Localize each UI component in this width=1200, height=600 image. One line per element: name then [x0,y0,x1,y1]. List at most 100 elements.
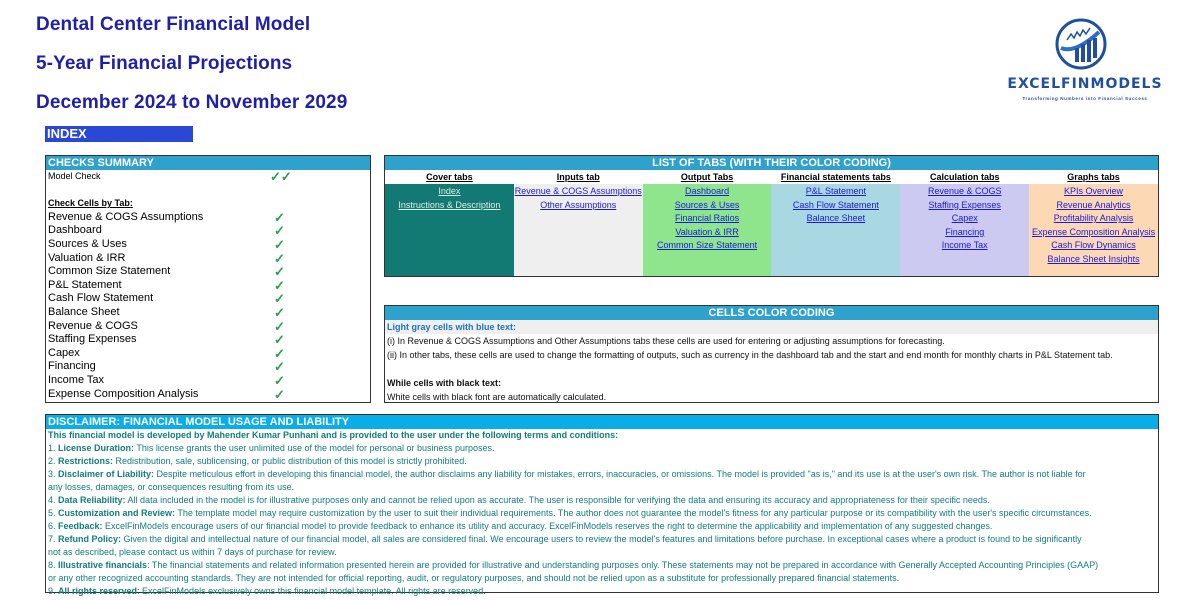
check-mark-icon: ✓ [274,223,285,239]
check-item-label: Sources & Uses [48,237,127,250]
date-range-subtitle: December 2024 to November 2029 [36,92,348,113]
check-mark-icon: ✓ [274,332,285,348]
tab-link[interactable]: Instructions & Description [385,199,514,213]
check-item-label: Cash Flow Statement [48,292,154,305]
term-number: 3. [48,469,59,479]
check-item-label: P&L Statement [48,278,122,291]
check-item-row: Common Size Statement ✓ [46,265,370,279]
check-mark-icon: ✓ [274,386,285,402]
check-item-row: Financing ✓ [46,360,370,374]
term-number: 2. [48,456,59,466]
tab-link[interactable]: Staffing Expenses [900,199,1029,213]
disclaimer-term: 5. Customization and Review: The templat… [46,507,1158,520]
check-mark-icon: ✓ [274,291,285,307]
check-mark-icon: ✓ [274,372,285,388]
tab-link[interactable]: Revenue & COGS [900,185,1029,199]
term-text: ExcelFinModels encourage users of our fi… [102,521,993,531]
graphs-tabs-links: KPIs Overview Revenue Analytics Profitabil… [1029,184,1158,276]
disclaimer-panel: DISCLAIMER: FINANCIAL MODEL USAGE AND LI… [45,414,1159,596]
tab-link[interactable]: Capex [900,212,1029,226]
checks-summary-header: CHECKS SUMMARY [46,156,370,170]
cover-tabs-heading: Cover tabs [385,170,514,184]
gray-cells-desc-2: (ii) In other tabs, these cells are used… [387,350,1113,360]
check-item-label: Income Tax [48,373,105,386]
term-number: 4. [48,495,59,505]
tab-link[interactable]: KPIs Overview [1029,185,1158,199]
check-item-row: P&L Statement ✓ [46,279,370,293]
check-mark-icon: ✓ [274,264,285,280]
term-text: The template model may require customiza… [175,508,1092,518]
term-number: 8. [48,560,59,570]
logo-name: EXCELFINMODELS [1007,76,1163,92]
disclaimer-term: not as described, please contact us with… [46,546,1158,559]
tab-link[interactable]: Common Size Statement [643,239,772,253]
check-item-row: Sources & Uses ✓ [46,238,370,252]
inputs-tabs-column: Inputs tab Revenue & COGS Assumptions Othe… [513,170,643,276]
tab-link[interactable]: Sources & Uses [643,199,772,213]
tab-link[interactable]: Cash Flow Dynamics [1029,239,1158,253]
financial-statements-tabs-heading: Financial statements tabs [771,170,901,184]
tab-link[interactable]: Balance Sheet Insights [1029,253,1158,267]
check-by-tab-row: Check Cells by Tab: [46,197,370,211]
term-text: Given the digital and intellectual natur… [121,534,1082,544]
check-mark-icon: ✓ [274,209,285,225]
term-title: Disclaimer of Liability: [58,469,155,479]
term-text: Redistribution, sale, sublicensing, or p… [113,456,467,466]
disclaimer-term: any losses, damages, or consequences res… [46,481,1158,494]
term-number: 1. [48,443,59,453]
term-text: This license grants the user unlimited u… [134,443,495,453]
tab-link[interactable]: Financing [900,226,1029,240]
check-item-label: Staffing Expenses [48,333,137,346]
financial-statements-tabs-column: Financial statements tabs P&L Statement Ca… [771,170,901,276]
check-item-row: Expense Composition Analysis ✓ [46,386,370,402]
check-item-row: Income Tax ✓ [46,374,370,388]
model-check-label: Model Check [48,171,101,181]
tab-link[interactable]: P&L Statement [771,185,900,199]
check-mark-icon: ✓ [274,250,285,266]
term-number: 6. [48,521,59,531]
white-cells-title: While cells with black text: [387,378,502,388]
term-text: any losses, damages, or consequences res… [48,482,295,492]
logo-tagline: Transforming Numbers into Financial Succ… [1022,96,1148,101]
spacer-row [46,184,370,198]
tab-link[interactable]: Profitability Analysis [1029,212,1158,226]
term-number: 5. [48,508,59,518]
tab-link[interactable]: Cash Flow Statement [771,199,900,213]
disclaimer-term: 1. License Duration: This license grants… [46,442,1158,455]
growth-chart-circle-icon [1055,18,1107,70]
excelfinmodels-logo: EXCELFINMODELS Transforming Numbers into… [1000,14,1170,106]
tab-link[interactable]: Dashboard [643,185,772,199]
term-title: Data Reliability: [58,495,126,505]
white-cells-desc: White cells with black font are automati… [387,392,607,402]
tab-link[interactable]: Expense Composition Analysis [1029,226,1158,240]
term-text: : ExcelFinModels exclusively owns this f… [137,586,486,596]
calculation-tabs-column: Calculation tabs Revenue & COGS Staffing E… [900,170,1030,276]
tab-link[interactable]: Revenue Analytics [1029,199,1158,213]
model-title: Dental Center Financial Model [36,14,311,35]
tab-link[interactable]: Valuation & IRR [643,226,772,240]
check-mark-icon: ✓ [274,236,285,252]
tab-link[interactable]: Other Assumptions [514,199,643,213]
tab-link[interactable]: Income Tax [900,239,1029,253]
term-text: All data included in the model is for il… [125,495,990,505]
inputs-tabs-links: Revenue & COGS Assumptions Other Assumpti… [513,184,643,276]
tab-link[interactable]: Balance Sheet [771,212,900,226]
term-title: Refund Policy: [58,534,122,544]
check-mark-icon: ✓ [274,345,285,361]
check-item-label: Capex [48,346,80,359]
gray-cells-title: Light gray cells with blue text: [385,320,1158,334]
tab-link[interactable]: Revenue & COGS Assumptions [514,185,643,199]
graphs-tabs-heading: Graphs tabs [1029,170,1158,184]
tab-link[interactable]: Index [385,185,514,199]
tab-link[interactable]: Financial Ratios [643,212,772,226]
term-number: 7. [48,534,59,544]
check-mark-icon: ✓ [274,277,285,293]
tab-columns: Cover tabs Index Instructions & Descriptio… [385,170,1158,276]
check-item-row: Staffing Expenses ✓ [46,333,370,347]
check-item-row: Cash Flow Statement ✓ [46,292,370,306]
checks-summary-panel: CHECKS SUMMARY Model Check ✓✓ Check Cell… [45,155,371,403]
gray-cells-desc-1: (i) In Revenue & COGS Assumptions and Ot… [387,336,945,346]
disclaimer-term: 3. Disclaimer of Liability: Despite meti… [46,468,1158,481]
projection-subtitle: 5-Year Financial Projections [36,53,293,74]
disclaimer-term: or any other recognized accounting stand… [46,572,1158,585]
